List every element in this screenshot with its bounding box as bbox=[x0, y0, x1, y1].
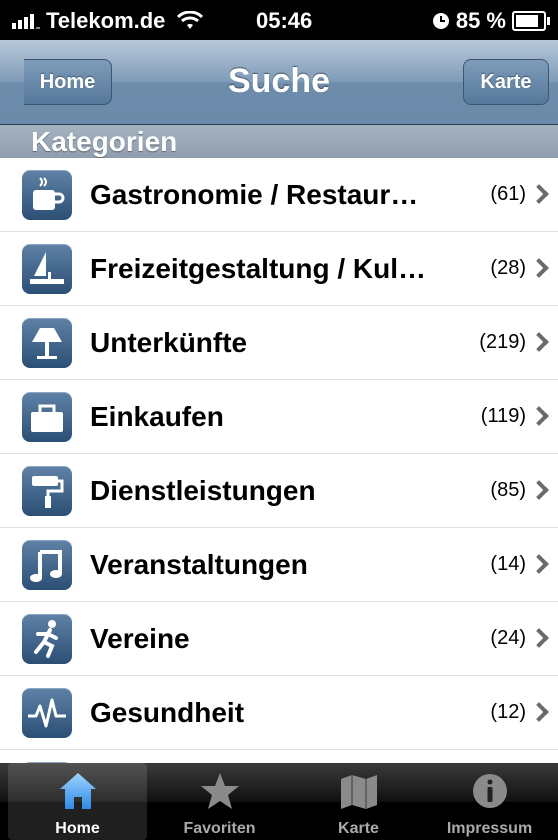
category-name: Einkaufen bbox=[90, 401, 224, 432]
runner-icon bbox=[22, 614, 72, 664]
paint-roller-icon bbox=[22, 466, 72, 516]
category-count: (28) bbox=[490, 257, 526, 279]
tab-karte[interactable]: Karte bbox=[289, 763, 428, 840]
category-row-dienstleistungen[interactable]: Dienstleistungen (85) bbox=[0, 454, 558, 528]
tab-label: Favoriten bbox=[183, 820, 256, 837]
category-row-unterkuenfte[interactable]: Unterkünfte (219) bbox=[0, 306, 558, 380]
map-button[interactable]: Karte bbox=[463, 59, 549, 105]
category-row-freizeit[interactable]: Freizeitgestaltung / Kul… (28) bbox=[0, 232, 558, 306]
category-row-gastronomie[interactable]: Gastronomie / Restaur… (61) bbox=[0, 158, 558, 232]
category-count: (85) bbox=[490, 479, 526, 501]
wifi-icon bbox=[177, 11, 204, 29]
sailboat-icon bbox=[22, 244, 72, 294]
category-name: Unterkünfte bbox=[90, 327, 248, 358]
category-count: (24) bbox=[490, 627, 526, 649]
category-row-vereine[interactable]: Vereine (24) bbox=[0, 602, 558, 676]
cup-icon bbox=[22, 170, 72, 220]
chevron-right-icon bbox=[529, 628, 549, 648]
chevron-right-icon bbox=[529, 184, 549, 204]
home-icon bbox=[59, 773, 96, 809]
category-name: Gastronomie / Restaur… bbox=[90, 179, 419, 210]
tab-favoriten[interactable]: Favoriten bbox=[150, 763, 289, 840]
chevron-right-icon bbox=[529, 554, 549, 574]
category-name: Gesundheit bbox=[90, 697, 245, 728]
tab-label: Impressum bbox=[446, 820, 533, 837]
chevron-right-icon bbox=[529, 702, 549, 722]
category-count: (61) bbox=[490, 183, 526, 205]
tab-bar: Home Favoriten Karte Impressum bbox=[0, 763, 558, 840]
signal-icon bbox=[12, 13, 40, 29]
chevron-right-icon bbox=[529, 406, 549, 426]
category-name: Freizeitgestaltung / Kul… bbox=[90, 253, 427, 284]
tab-impressum[interactable]: Impressum bbox=[420, 763, 558, 840]
category-count: (14) bbox=[490, 553, 526, 575]
carrier-area: Telekom.de bbox=[12, 8, 204, 34]
tab-label: Home bbox=[55, 820, 100, 837]
chevron-right-icon bbox=[529, 480, 549, 500]
category-name: Vereine bbox=[90, 623, 190, 654]
clock: 05:46 bbox=[256, 8, 313, 33]
tab-label: Karte bbox=[338, 820, 379, 837]
category-count: (219) bbox=[479, 331, 526, 353]
carrier-label: Telekom.de bbox=[46, 8, 166, 33]
star-icon bbox=[200, 773, 239, 809]
tab-home[interactable]: Home bbox=[8, 763, 147, 840]
category-name: Dienstleistungen bbox=[90, 475, 316, 506]
info-icon bbox=[472, 774, 507, 808]
category-row-veranstaltungen[interactable]: Veranstaltungen (14) bbox=[0, 528, 558, 602]
battery-area: 85 % bbox=[432, 8, 550, 34]
category-row-einkaufen[interactable]: Einkaufen (119) bbox=[0, 380, 558, 454]
lamp-icon bbox=[22, 318, 72, 368]
section-header: Kategorien bbox=[0, 125, 558, 158]
chevron-right-icon bbox=[529, 258, 549, 278]
map-icon bbox=[340, 775, 377, 809]
category-list: Gastronomie / Restaur… (61) Freizeitgest… bbox=[0, 158, 558, 763]
chevron-right-icon bbox=[529, 332, 549, 352]
battery-percent: 85 % bbox=[455, 8, 506, 33]
category-row-gesundheit[interactable]: Gesundheit (12) bbox=[0, 676, 558, 750]
navigation-bar: Home Suche Karte bbox=[0, 40, 558, 125]
alarm-icon bbox=[432, 13, 449, 29]
category-count: (119) bbox=[480, 405, 526, 427]
category-row-partial[interactable] bbox=[0, 750, 558, 763]
status-bar: Telekom.de 05:46 85 % bbox=[0, 0, 558, 40]
back-button-label: Home bbox=[39, 70, 96, 93]
shopping-bag-icon bbox=[22, 392, 72, 442]
category-name: Veranstaltungen bbox=[90, 549, 308, 580]
heartbeat-icon bbox=[22, 688, 72, 738]
category-count: (12) bbox=[490, 701, 526, 723]
battery-icon bbox=[512, 11, 550, 31]
music-note-icon bbox=[22, 540, 72, 590]
